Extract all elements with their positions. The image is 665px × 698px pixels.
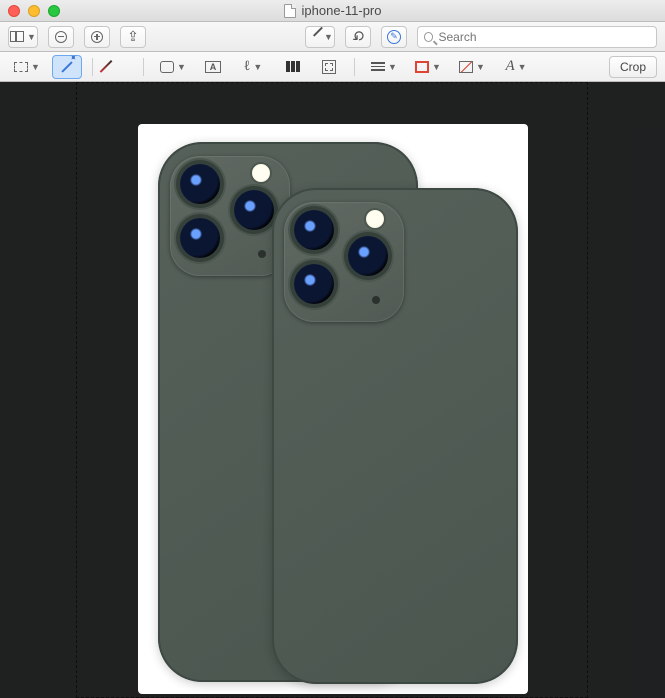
shapes-button[interactable]: ▼ bbox=[154, 55, 192, 79]
phone-illustration-small bbox=[272, 188, 518, 684]
minimize-window-button[interactable] bbox=[28, 5, 40, 17]
lines-icon bbox=[371, 62, 385, 71]
chevron-down-icon: ▼ bbox=[476, 62, 485, 72]
divider bbox=[354, 58, 355, 76]
maximize-window-button[interactable] bbox=[48, 5, 60, 17]
pen-icon bbox=[307, 30, 321, 44]
canvas-area[interactable] bbox=[0, 82, 665, 698]
share-icon: ⇪ bbox=[127, 28, 139, 45]
highlight-button[interactable]: ▼ bbox=[305, 26, 335, 48]
chevron-down-icon: ▼ bbox=[388, 62, 397, 72]
chevron-down-icon: ▼ bbox=[324, 32, 333, 42]
main-toolbar: ▼ ⇪ ▼ ⟲ ✎ bbox=[0, 22, 665, 52]
zoom-out-button[interactable] bbox=[48, 26, 74, 48]
sign-button[interactable]: ℓ▼ bbox=[234, 55, 272, 79]
fill-color-icon bbox=[459, 61, 473, 73]
selection-icon bbox=[14, 62, 28, 72]
size-icon bbox=[322, 60, 336, 74]
divider bbox=[143, 58, 144, 76]
camera-flash bbox=[366, 210, 384, 228]
instant-alpha-button[interactable] bbox=[52, 55, 82, 79]
text-icon: A bbox=[205, 61, 221, 73]
chevron-down-icon: ▼ bbox=[253, 62, 262, 72]
selection-tool-button[interactable]: ▼ bbox=[8, 55, 46, 79]
window-title-text: iphone-11-pro bbox=[302, 3, 382, 18]
wand-icon bbox=[61, 61, 72, 72]
camera-module bbox=[284, 202, 404, 322]
adjust-color-button[interactable] bbox=[278, 55, 308, 79]
border-color-button[interactable]: ▼ bbox=[409, 55, 447, 79]
adjust-size-button[interactable] bbox=[314, 55, 344, 79]
document-icon bbox=[284, 4, 296, 18]
window-titlebar: iphone-11-pro bbox=[0, 0, 665, 22]
camera-lens bbox=[348, 236, 388, 276]
view-mode-button[interactable]: ▼ bbox=[8, 26, 38, 48]
text-button[interactable]: A bbox=[198, 55, 228, 79]
camera-mic bbox=[372, 296, 380, 304]
border-color-icon bbox=[415, 61, 429, 73]
line-style-button[interactable]: ▼ bbox=[365, 55, 403, 79]
search-input[interactable] bbox=[438, 30, 650, 44]
sidebar-icon bbox=[10, 31, 24, 42]
shape-icon bbox=[160, 61, 174, 73]
camera-lens bbox=[234, 190, 274, 230]
chevron-down-icon: ▼ bbox=[432, 62, 441, 72]
camera-lens bbox=[180, 218, 220, 258]
window-title: iphone-11-pro bbox=[284, 3, 382, 18]
crop-button[interactable]: Crop bbox=[609, 56, 657, 78]
font-icon: A bbox=[505, 58, 514, 75]
markup-icon: ✎ bbox=[387, 30, 401, 44]
zoom-in-icon bbox=[91, 31, 103, 43]
camera-mic bbox=[258, 250, 266, 258]
markup-toggle-button[interactable]: ✎ bbox=[381, 26, 407, 48]
search-field[interactable] bbox=[417, 26, 657, 48]
chevron-down-icon: ▼ bbox=[177, 62, 186, 72]
signature-icon: ℓ bbox=[244, 59, 251, 75]
font-style-button[interactable]: A▼ bbox=[497, 55, 535, 79]
camera-lens bbox=[294, 264, 334, 304]
camera-lens bbox=[180, 164, 220, 204]
document-image[interactable] bbox=[138, 124, 528, 694]
zoom-out-icon bbox=[55, 31, 67, 43]
share-button[interactable]: ⇪ bbox=[120, 26, 146, 48]
rotate-button[interactable]: ⟲ bbox=[345, 26, 371, 48]
zoom-in-button[interactable] bbox=[84, 26, 110, 48]
sketch-button[interactable] bbox=[103, 55, 133, 79]
camera-lens bbox=[294, 210, 334, 250]
close-window-button[interactable] bbox=[8, 5, 20, 17]
rotate-icon: ⟲ bbox=[347, 26, 369, 48]
search-icon bbox=[424, 32, 433, 42]
markup-toolbar: ▼ ▼ A ℓ▼ ▼ ▼ ▼ A▼ Crop bbox=[0, 52, 665, 82]
camera-flash bbox=[252, 164, 270, 182]
chevron-down-icon: ▼ bbox=[518, 62, 527, 72]
adjust-icon bbox=[286, 61, 300, 72]
sketch-icon bbox=[111, 60, 125, 74]
fill-color-button[interactable]: ▼ bbox=[453, 55, 491, 79]
chevron-down-icon: ▼ bbox=[31, 62, 40, 72]
divider bbox=[92, 58, 93, 76]
chevron-down-icon: ▼ bbox=[27, 32, 36, 42]
